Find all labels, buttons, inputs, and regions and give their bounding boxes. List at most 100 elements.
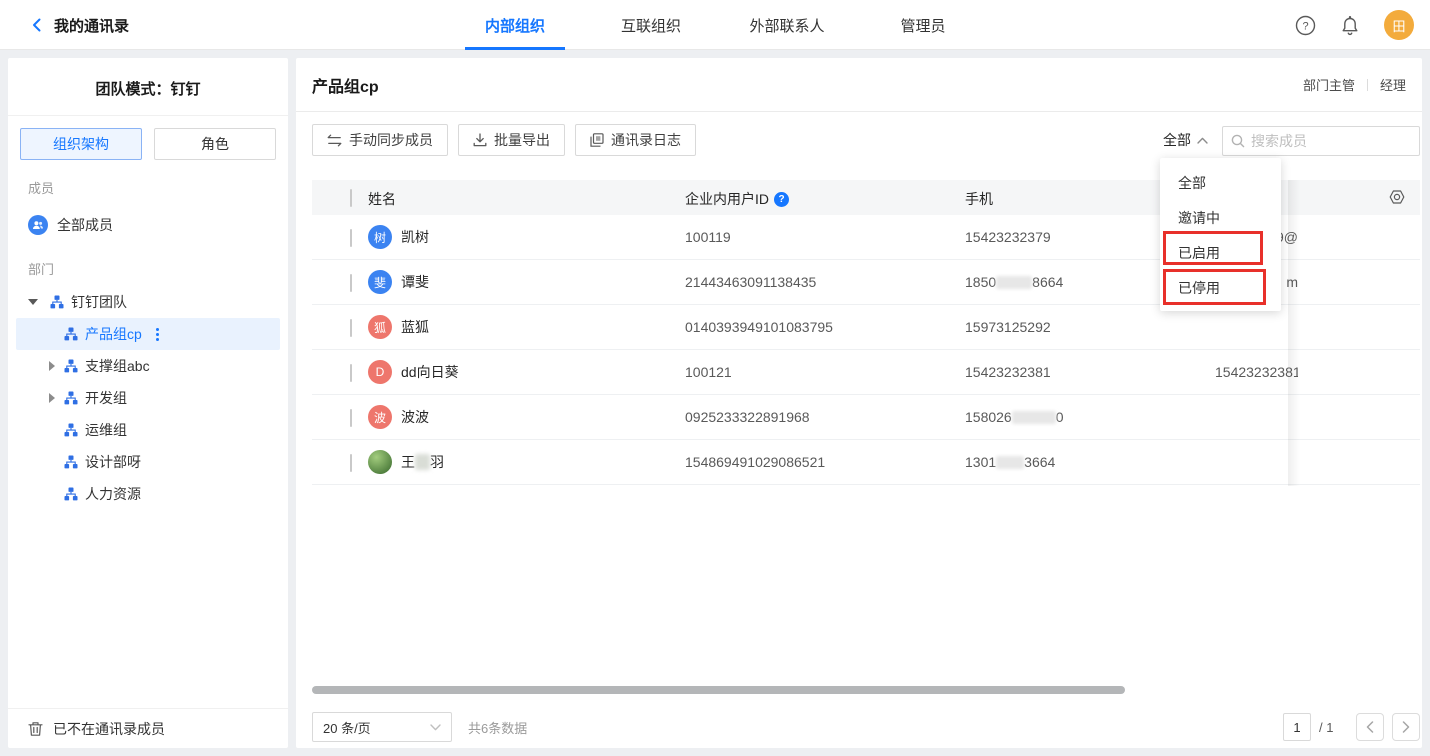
masked-digits (996, 276, 1032, 289)
menu-item-enabled[interactable]: 已启用 (1160, 235, 1281, 270)
row-checkbox[interactable] (350, 319, 352, 337)
member-photo-avatar (368, 450, 392, 474)
table-row[interactable]: D dd向日葵 100121 15423232381 15423232381@ (312, 350, 1420, 395)
member-user-id: 154869491029086521 (685, 454, 825, 470)
masked-digits (1012, 411, 1056, 424)
org-structure-button[interactable]: 组织架构 (20, 128, 142, 160)
download-icon (473, 133, 487, 147)
tree-item-label: 开发组 (85, 388, 127, 408)
user-avatar[interactable]: 田 (1384, 10, 1414, 40)
row-checkbox[interactable] (350, 454, 352, 472)
row-checkbox[interactable] (350, 409, 352, 427)
tree-item-support-group[interactable]: 支撑组abc (16, 350, 280, 382)
member-phone: 15973125292 (965, 319, 1051, 335)
tree-item-product-group[interactable]: 产品组cp (16, 318, 280, 350)
member-user-id: 0925233322891968 (685, 409, 810, 425)
horizontal-scrollbar[interactable] (312, 686, 1125, 694)
contact-log-label: 通讯录日志 (611, 130, 681, 150)
member-phone: 15423232381 (965, 364, 1051, 380)
member-avatar: 狐 (368, 315, 392, 339)
table-row[interactable]: 狐 蓝狐 0140393949101083795 15973125292 (312, 305, 1420, 350)
department-section-label: 部门 (8, 259, 288, 278)
search-icon (1231, 134, 1245, 148)
chevron-up-icon (1197, 137, 1208, 144)
member-avatar: D (368, 360, 392, 384)
status-filter-menu: 全部 邀请中 已启用 已停用 (1160, 158, 1281, 311)
total-count-label: 共6条数据 (468, 712, 527, 742)
back-button[interactable]: 我的通讯录 (30, 0, 129, 50)
help-icon[interactable]: ? (1295, 15, 1316, 36)
removed-members-label: 已不在通讯录成员 (53, 719, 165, 739)
row-checkbox[interactable] (350, 364, 352, 382)
table-row[interactable]: 波 波波 0925233322891968 1580260 (312, 395, 1420, 440)
tree-item-label: 设计部呀 (85, 452, 141, 472)
team-mode-label: 团队模式：钉钉 (8, 58, 288, 116)
prev-page-button[interactable] (1356, 713, 1384, 741)
search-input[interactable] (1251, 133, 1430, 149)
department-icon (64, 487, 78, 501)
page-size-value: 20 条/页 (323, 718, 371, 737)
menu-item-disabled[interactable]: 已停用 (1160, 270, 1281, 305)
status-filter-dropdown[interactable]: 全部 (1163, 130, 1208, 150)
help-question-icon[interactable]: ? (774, 192, 789, 207)
manual-sync-button[interactable]: 手动同步成员 (312, 124, 448, 156)
tab-external-contacts[interactable]: 外部联系人 (719, 0, 855, 50)
row-checkbox[interactable] (350, 274, 352, 292)
tab-internal-org[interactable]: 内部组织 (447, 0, 583, 50)
select-all-checkbox[interactable] (350, 189, 352, 207)
sidebar-item-all-members[interactable]: 全部成员 (8, 209, 288, 241)
more-actions-icon[interactable] (156, 328, 159, 341)
dept-manager-link[interactable]: 部门主管 (1303, 75, 1355, 94)
column-settings-gear-icon[interactable] (1388, 188, 1406, 209)
tree-item-label: 支撑组abc (85, 356, 150, 376)
trash-icon (28, 721, 43, 737)
role-button[interactable]: 角色 (154, 128, 276, 160)
department-tree: 钉钉团队 产品组cp 支撑组abc 开发组 运 (8, 286, 288, 510)
status-filter-value: 全部 (1163, 130, 1191, 150)
all-members-label: 全部成员 (57, 215, 113, 235)
member-search (1222, 126, 1420, 156)
batch-export-button[interactable]: 批量导出 (458, 124, 565, 156)
menu-item-inviting[interactable]: 邀请中 (1160, 200, 1281, 235)
department-icon (50, 295, 64, 309)
tree-item-design-dept[interactable]: 设计部呀 (16, 446, 280, 478)
column-user-id: 企业内用户ID (685, 189, 769, 209)
row-checkbox[interactable] (350, 229, 352, 247)
menu-item-all[interactable]: 全部 (1160, 165, 1281, 200)
manual-sync-label: 手动同步成员 (349, 130, 433, 150)
tree-item-dev-group[interactable]: 开发组 (16, 382, 280, 414)
member-name: dd向日葵 (401, 362, 459, 382)
tree-item-label: 钉钉团队 (71, 292, 127, 312)
contact-log-button[interactable]: 通讯录日志 (575, 124, 696, 156)
member-phone: 1580260 (965, 409, 1064, 425)
caret-down-icon[interactable] (28, 297, 38, 307)
manager-link[interactable]: 经理 (1380, 75, 1406, 94)
sidebar: 团队模式：钉钉 组织架构 角色 成员 全部成员 部门 钉钉团队 产品组cp (8, 58, 288, 748)
tree-item-dingtalk-team[interactable]: 钉钉团队 (16, 286, 280, 318)
tree-item-hr[interactable]: 人力资源 (16, 478, 280, 510)
removed-members-entry[interactable]: 已不在通讯录成员 (8, 708, 288, 748)
member-name: 谭斐 (401, 272, 429, 292)
bell-icon[interactable] (1340, 15, 1360, 36)
next-page-button[interactable] (1392, 713, 1420, 741)
tree-item-ops-group[interactable]: 运维组 (16, 414, 280, 446)
member-phone: 13013664 (965, 454, 1055, 470)
member-user-id: 0140393949101083795 (685, 319, 833, 335)
caret-right-icon[interactable] (47, 393, 57, 403)
tree-item-label: 运维组 (85, 420, 127, 440)
member-name: 波波 (401, 407, 429, 427)
department-icon (64, 391, 78, 405)
tab-admin[interactable]: 管理员 (855, 0, 991, 50)
caret-right-icon[interactable] (47, 361, 57, 371)
page-size-select[interactable]: 20 条/页 (312, 712, 452, 742)
member-section-label: 成员 (8, 178, 288, 197)
table-row[interactable]: 王羽 154869491029086521 13013664 (312, 440, 1420, 485)
page-title: 我的通讯录 (54, 15, 129, 36)
department-icon (64, 359, 78, 373)
tab-connected-org[interactable]: 互联组织 (583, 0, 719, 50)
tree-item-label: 人力资源 (85, 484, 141, 504)
page-number-input[interactable] (1283, 713, 1311, 741)
masked-digits (996, 456, 1024, 469)
column-name: 姓名 (368, 189, 396, 209)
masked-character (415, 454, 430, 470)
